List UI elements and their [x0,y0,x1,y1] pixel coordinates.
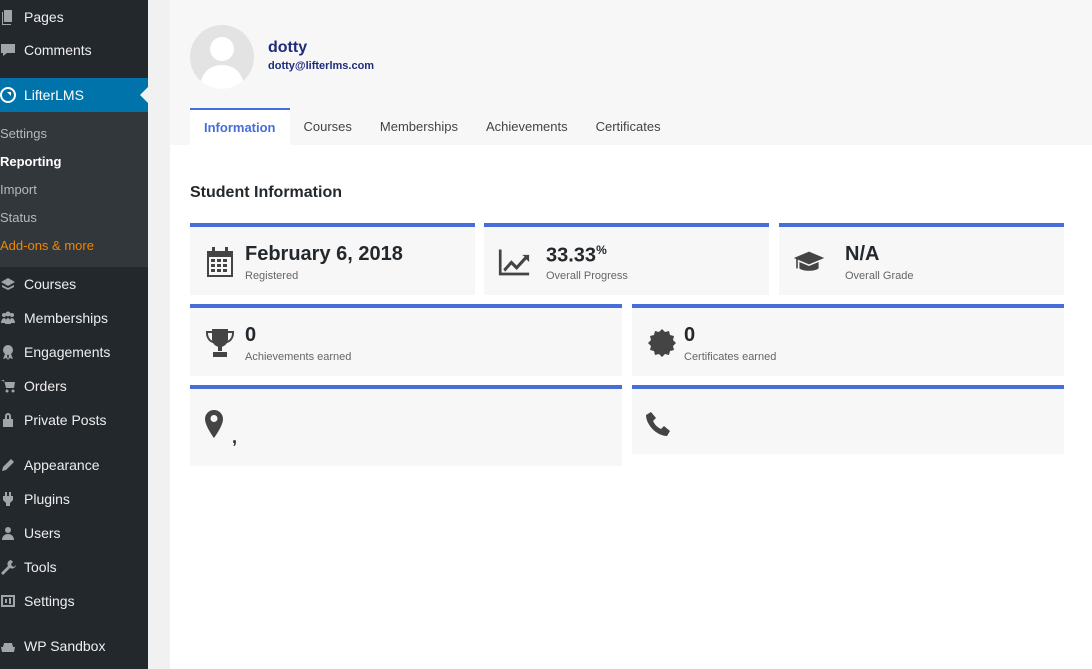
section-title: Student Information [190,184,342,201]
orders-icon [0,378,16,394]
sidebar-item-label: Orders [24,378,67,394]
certificates-card: 0 Certificates earned [632,304,1064,376]
progress-value: 33.33% [546,243,607,268]
sidebar-item-label: Plugins [24,491,70,507]
submenu-item-reporting[interactable]: Reporting [0,154,61,169]
sidebar-item-label: Users [24,525,61,541]
phone-icon [644,407,672,441]
settings-icon [0,593,16,609]
grade-card: N/A Overall Grade [779,223,1064,295]
sidebar-item-users[interactable]: Users [0,516,148,550]
sidebar-item-label: Private Posts [24,412,107,428]
sidebar-item-wp-sandbox[interactable]: WP Sandbox [0,629,148,663]
sidebar-item-memberships[interactable]: Memberships [0,301,148,335]
submenu-item-settings[interactable]: Settings [0,126,47,141]
certificate-badge-icon [646,326,678,360]
sidebar-item-courses[interactable]: Courses [0,267,148,301]
tab-information[interactable]: Information [190,108,290,145]
progress-unit: % [596,243,607,257]
line-chart-icon [498,245,530,279]
sidebar-item-private-posts[interactable]: Private Posts [0,403,148,437]
address-value: , [232,427,238,447]
courses-icon [0,276,16,292]
progress-card: 33.33% Overall Progress [484,223,769,295]
admin-sidebar: Pages Comments LifterLMS Settings Report… [0,0,148,669]
comments-icon [0,42,16,58]
sidebar-item-label: Courses [24,276,77,292]
grade-label: Overall Grade [845,270,914,282]
sidebar-item-tools[interactable]: Tools [0,550,148,584]
calendar-icon [204,245,236,279]
sidebar-item-plugins[interactable]: Plugins [0,482,148,516]
sidebar-item-label: Tools [24,559,57,575]
address-card: , [190,385,622,466]
achievements-label: Achievements earned [245,351,352,363]
achievements-value: 0 [245,324,257,346]
pages-icon [0,9,16,25]
sandbox-icon [0,638,16,654]
sidebar-item-label: Appearance [24,457,100,473]
tab-certificates[interactable]: Certificates [582,108,675,145]
lifterlms-icon [0,87,16,103]
sidebar-item-engagements[interactable]: Engagements [0,335,148,369]
users-icon [0,525,16,541]
sidebar-item-pages[interactable]: Pages [0,0,148,34]
certificates-value: 0 [684,324,696,346]
tab-memberships[interactable]: Memberships [366,108,472,145]
phone-card [632,385,1064,454]
graduation-cap-icon [793,245,825,279]
memberships-icon [0,310,16,326]
lock-icon [0,412,16,428]
sidebar-item-label: LifterLMS [24,87,84,103]
tab-achievements[interactable]: Achievements [472,108,582,145]
sidebar-item-orders[interactable]: Orders [0,369,148,403]
progress-number: 33.33 [546,244,597,267]
current-menu-arrow [140,87,148,103]
sidebar-item-lifterlms[interactable]: LifterLMS [0,78,148,112]
grade-value: N/A [845,243,880,265]
trophy-icon [204,326,236,360]
student-name[interactable]: dotty [268,39,307,57]
sidebar-item-comments[interactable]: Comments [0,33,148,67]
submenu-item-status[interactable]: Status [0,210,37,225]
submenu-item-addons[interactable]: Add-ons & more [0,238,94,253]
map-pin-icon [200,407,228,441]
lifterlms-submenu: Settings Reporting Import Status Add-ons… [0,112,148,267]
certificates-label: Certificates earned [684,351,777,363]
engagements-icon [0,344,16,360]
achievements-card: 0 Achievements earned [190,304,622,376]
sidebar-item-label: Settings [24,593,75,609]
sidebar-item-appearance[interactable]: Appearance [0,448,148,482]
avatar [190,25,254,89]
sidebar-item-label: Comments [24,42,92,58]
plugins-icon [0,491,16,507]
progress-label: Overall Progress [546,270,628,282]
submenu-item-import[interactable]: Import [0,182,37,197]
sidebar-item-label: WP Sandbox [24,638,106,654]
student-tabs: Information Courses Memberships Achievem… [190,108,675,145]
student-header: dotty dotty@lifterlms.com Information Co… [170,0,1092,145]
sidebar-item-settings[interactable]: Settings [0,584,148,618]
tab-courses[interactable]: Courses [290,108,366,145]
tools-icon [0,559,16,575]
main-content: dotty dotty@lifterlms.com Information Co… [170,0,1092,669]
appearance-icon [0,457,16,473]
sidebar-item-label: Engagements [24,344,111,360]
sidebar-item-label: Pages [24,9,64,25]
student-email[interactable]: dotty@lifterlms.com [268,60,374,72]
registered-card: February 6, 2018 Registered [190,223,475,295]
registered-value: February 6, 2018 [245,243,403,265]
registered-label: Registered [245,270,299,282]
sidebar-item-label: Memberships [24,310,109,326]
